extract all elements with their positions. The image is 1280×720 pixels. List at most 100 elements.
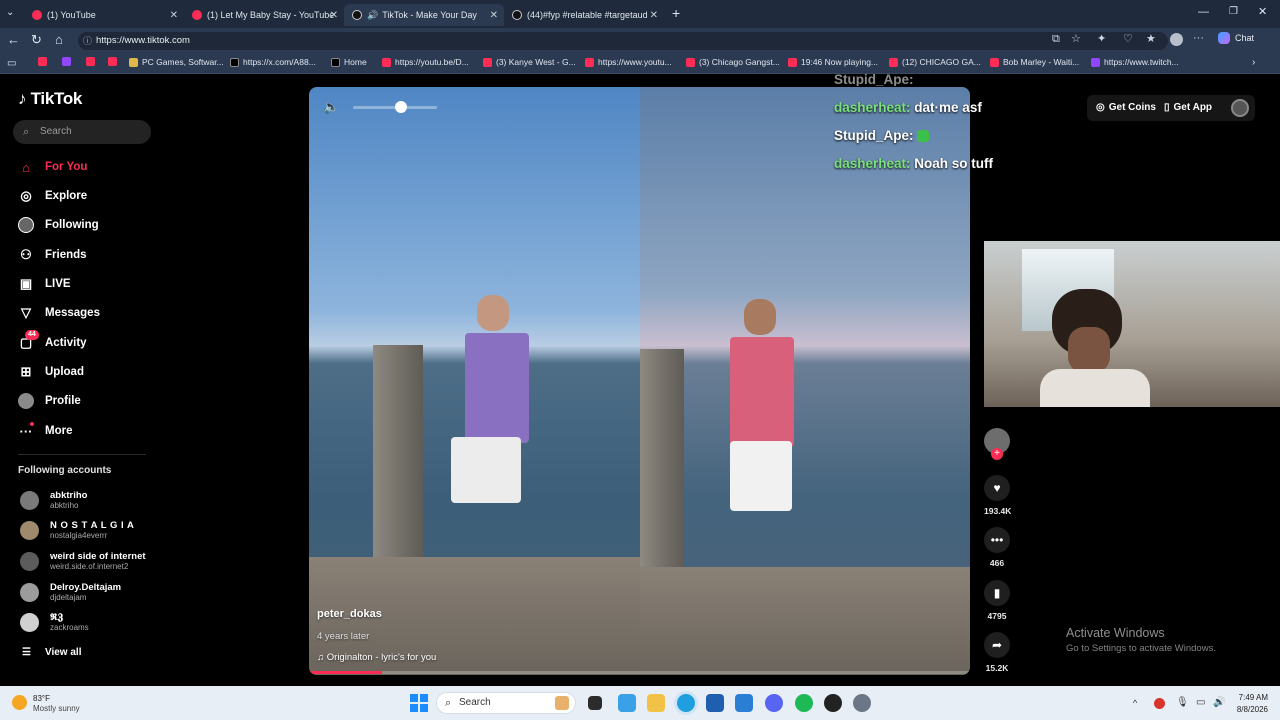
obs-icon[interactable] xyxy=(824,694,842,712)
bookmark-youtube-1[interactable] xyxy=(38,57,51,66)
save-button[interactable]: ▮ 4795 xyxy=(984,580,1010,621)
close-icon[interactable]: ✕ xyxy=(330,10,338,21)
bookmark-now-playing[interactable]: 19:46 Now playing... xyxy=(788,57,878,67)
tab-list-chevron-icon[interactable]: ⌄ xyxy=(6,7,14,18)
bookmark-youtube-2[interactable] xyxy=(86,57,99,66)
nav-activity[interactable]: ▢ 44 Activity xyxy=(18,330,87,351)
taskbar-search[interactable]: ⌕ Search xyxy=(436,692,576,714)
nav-explore[interactable]: ◎ Explore xyxy=(18,188,87,204)
split-screen-icon[interactable]: ⧉ xyxy=(1052,33,1060,46)
spotify-icon[interactable] xyxy=(795,694,813,712)
browser-essentials-icon[interactable]: ♡ xyxy=(1123,32,1133,45)
search-input[interactable]: ⌕ Search xyxy=(13,120,151,144)
bookmark-youtu-be[interactable]: https://youtu.be/D... xyxy=(382,57,469,67)
home-icon[interactable]: ⌂ xyxy=(55,32,63,47)
tray-overflow-icon[interactable]: ^ xyxy=(1133,698,1137,708)
nav-more[interactable]: ··· More xyxy=(18,422,72,439)
extensions-icon[interactable]: ✦ xyxy=(1097,32,1106,45)
nav-upload[interactable]: ⊞ Upload xyxy=(18,364,84,380)
new-tab-icon[interactable]: + xyxy=(672,5,680,21)
tray-app-icon[interactable] xyxy=(1154,698,1165,709)
nav-live[interactable]: ▣ LIVE xyxy=(18,276,71,292)
copilot-chat-button[interactable]: Chat xyxy=(1218,32,1254,44)
discord-icon[interactable] xyxy=(765,694,783,712)
following-account[interactable]: Delroy.Deltajam djdeltajam xyxy=(20,582,121,602)
volume-tray-icon[interactable]: 🔊 xyxy=(1213,697,1225,708)
windows-start-icon[interactable] xyxy=(410,694,428,712)
outlook-icon[interactable] xyxy=(735,694,753,712)
tiktok-logo[interactable]: ♪ TikTok xyxy=(18,89,82,109)
bookmark-kanye[interactable]: (3) Kanye West - G... xyxy=(483,57,576,67)
close-icon[interactable]: ✕ xyxy=(650,10,658,21)
bookmark-twitch[interactable]: https://www.twitch... xyxy=(1091,57,1179,67)
sidebar-toggle-icon[interactable]: ▭ xyxy=(7,58,16,69)
video-player[interactable]: 🔈 peter_dokas 4 years later ♫ Originalto… xyxy=(309,87,970,675)
favorites-icon[interactable]: ★ xyxy=(1146,32,1156,45)
creator-avatar[interactable]: + xyxy=(984,428,1010,460)
volume-knob[interactable] xyxy=(395,101,407,113)
bookmark-youtube-link[interactable]: https://www.youtu... xyxy=(585,57,672,67)
get-app-button[interactable]: ▯ Get App xyxy=(1164,102,1212,113)
clock-date[interactable]: 8/8/2026 xyxy=(1228,705,1268,714)
following-account[interactable]: abktriho abktriho xyxy=(20,490,87,510)
volume-icon[interactable]: 🔈 xyxy=(323,99,339,115)
task-view-icon[interactable] xyxy=(588,696,602,710)
address-bar[interactable]: ⓘ https://www.tiktok.com xyxy=(78,32,1168,50)
nav-following[interactable]: Following xyxy=(18,217,99,233)
bookmark-youtube-3[interactable] xyxy=(108,57,121,66)
nav-messages[interactable]: ▽ Messages xyxy=(18,305,100,321)
microphone-icon[interactable]: 🎙 xyxy=(1176,697,1189,708)
favorite-star-icon[interactable]: ☆ xyxy=(1071,32,1081,45)
site-info-icon[interactable]: ⓘ xyxy=(83,32,92,50)
edge-icon[interactable] xyxy=(677,694,695,712)
comment-button[interactable]: ••• 466 xyxy=(984,527,1010,568)
speaker-icon[interactable]: 🔊 xyxy=(367,10,378,21)
settings-gear-icon[interactable] xyxy=(853,694,871,712)
video-author[interactable]: peter_dokas xyxy=(317,608,382,620)
weather-sun-icon[interactable] xyxy=(12,695,27,710)
following-account[interactable]: 𝕽𝖅 zackroams xyxy=(20,612,89,632)
bookmark-x[interactable]: https://x.com/A88... xyxy=(230,57,316,67)
refresh-icon[interactable]: ↻ xyxy=(31,32,42,48)
file-explorer-icon[interactable] xyxy=(647,694,665,712)
user-avatar[interactable] xyxy=(1231,99,1249,117)
settings-more-icon[interactable]: ··· xyxy=(1193,32,1204,44)
bookmark-pc-games[interactable]: PC Games, Softwar... xyxy=(129,57,224,67)
following-account[interactable]: weird side of internet weird.side.of.inte… xyxy=(20,551,146,571)
like-button[interactable]: ♥ 193.4K xyxy=(984,475,1011,516)
bookmark-bob-marley[interactable]: Bob Marley - Waiti... xyxy=(990,57,1079,67)
bookmark-home[interactable]: Home xyxy=(331,57,367,67)
back-icon[interactable]: ← xyxy=(7,32,20,47)
bookmark-twitch-1[interactable] xyxy=(62,57,75,66)
widgets-icon[interactable] xyxy=(618,694,636,712)
close-icon[interactable]: ✕ xyxy=(170,10,178,21)
profile-avatar-icon[interactable] xyxy=(1170,33,1183,46)
tab-fyp[interactable]: (44)#fyp #relatable #targetaudien ✕ xyxy=(504,4,664,26)
tab-youtube[interactable]: (1) YouTube ✕ xyxy=(24,4,184,26)
clock-time[interactable]: 7:49 AM xyxy=(1234,693,1268,702)
tab-tiktok-active[interactable]: 🔊 TikTok - Make Your Day ✕ xyxy=(344,4,504,26)
bookmarks-overflow-icon[interactable]: › xyxy=(1252,57,1255,68)
bookmark-label: https://x.com/A88... xyxy=(243,57,316,67)
share-button[interactable]: ➦ 15.2K xyxy=(984,632,1010,673)
get-coins-button[interactable]: ◎ Get Coins xyxy=(1096,102,1156,113)
volume-slider[interactable] xyxy=(353,101,437,113)
tab-let-my-baby-stay[interactable]: (1) Let My Baby Stay - YouTube ✕ xyxy=(184,4,344,26)
weather-temp[interactable]: 83°F xyxy=(33,694,50,703)
bookmark-chicago-ga[interactable]: (12) CHICAGO GA... xyxy=(889,57,981,67)
nav-friends[interactable]: ⚇ Friends xyxy=(18,247,86,263)
video-sound[interactable]: ♫ Originalton - lyric's for you xyxy=(317,652,436,663)
bookmark-chicago-gangst[interactable]: (3) Chicago Gangst... xyxy=(686,57,780,67)
follow-plus-icon[interactable]: + xyxy=(991,448,1003,460)
nav-profile[interactable]: Profile xyxy=(18,393,81,409)
store-icon[interactable] xyxy=(706,694,724,712)
view-all-link[interactable]: ☰ View all xyxy=(22,647,81,658)
window-close-icon[interactable]: ✕ xyxy=(1258,5,1267,18)
following-account[interactable]: N O S T A L G I Anostalgia4everrr xyxy=(20,520,134,540)
minimize-icon[interactable]: — xyxy=(1198,6,1209,18)
close-icon[interactable]: ✕ xyxy=(490,10,498,21)
maximize-icon[interactable]: ❐ xyxy=(1229,6,1238,17)
network-icon[interactable]: ▭ xyxy=(1196,697,1205,708)
video-progress-bar[interactable] xyxy=(309,671,970,674)
nav-for-you[interactable]: ⌂ For You xyxy=(18,159,87,175)
